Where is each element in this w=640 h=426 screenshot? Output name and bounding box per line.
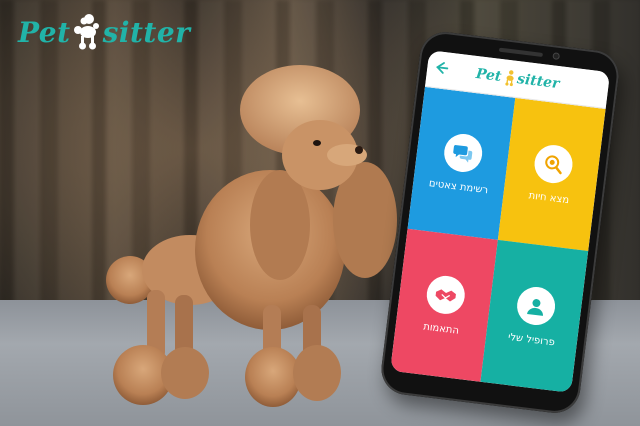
app-logo-left: Pet bbox=[474, 66, 503, 86]
user-profile-icon bbox=[514, 284, 557, 328]
phone-camera bbox=[552, 52, 561, 61]
tile-chat-list-label: רשימת צאטים bbox=[428, 178, 489, 197]
brand-logo: Pet sitter bbox=[18, 10, 190, 54]
poodle-photo bbox=[106, 65, 397, 407]
phone-screen: Pet sitter רשימת צאטים מצא חיות התאמות פ… bbox=[390, 50, 611, 393]
phone-speaker bbox=[498, 47, 543, 57]
app-logo: Pet sitter bbox=[475, 65, 561, 93]
tile-find-pets-label: מצא חיות bbox=[527, 190, 570, 207]
arrow-left-icon bbox=[436, 62, 449, 74]
search-pets-icon bbox=[531, 142, 575, 186]
poodle-logo-icon bbox=[73, 14, 99, 50]
app-logo-right: sitter bbox=[516, 71, 561, 93]
back-button[interactable] bbox=[432, 60, 450, 78]
hero-scene: Pet sitter Pet sitter רשימת צאטים מצא חי… bbox=[0, 0, 640, 426]
brand-name-right: sitter bbox=[102, 15, 191, 49]
menu-grid: רשימת צאטים מצא חיות התאמות פרופיל שלי bbox=[390, 86, 606, 393]
brand-name-left: Pet bbox=[18, 15, 71, 49]
tile-matches[interactable]: התאמות bbox=[390, 228, 498, 382]
tile-find-pets[interactable]: מצא חיות bbox=[497, 97, 606, 251]
tile-chat-list[interactable]: רשימת צאטים bbox=[407, 86, 516, 240]
handshake-icon bbox=[424, 273, 467, 317]
tile-my-profile[interactable]: פרופיל שלי bbox=[480, 239, 589, 393]
tile-my-profile-label: פרופיל שלי bbox=[507, 331, 556, 349]
tile-matches-label: התאמות bbox=[422, 321, 460, 337]
chat-bubbles-icon bbox=[441, 131, 484, 175]
